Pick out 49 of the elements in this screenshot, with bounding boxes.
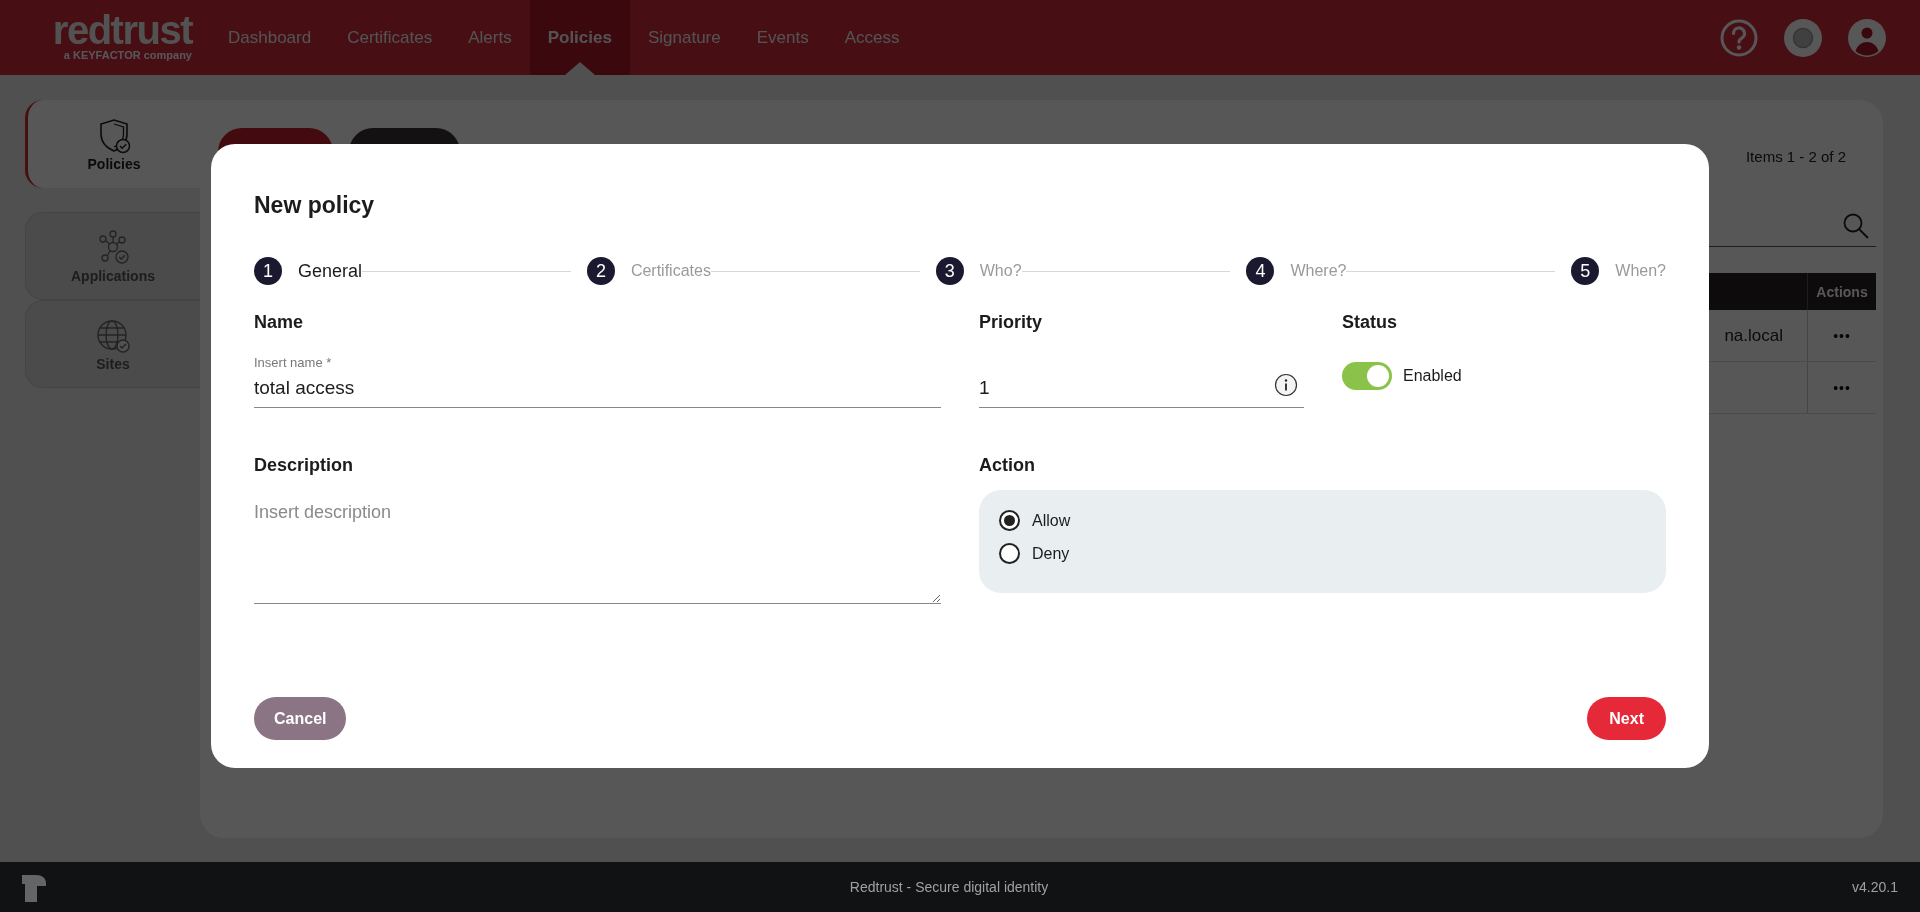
nav-tab[interactable]: Dashboard <box>210 0 330 75</box>
step-number[interactable]: 4 <box>1246 257 1275 285</box>
step-label[interactable]: Who? <box>979 262 1022 280</box>
logo-mark-icon <box>22 872 46 902</box>
table-cell: na.local <box>1724 325 1783 346</box>
name-input-field[interactable]: total access <box>254 371 941 407</box>
circle-icon[interactable] <box>1783 17 1823 58</box>
logo-tagline: a KEYFACTOR company <box>63 48 192 61</box>
modal-title: New policy <box>254 191 376 219</box>
more-actions-button[interactable]: ••• <box>1807 362 1876 413</box>
nav-tab[interactable]: Policies <box>529 0 630 75</box>
search-icon[interactable] <box>1842 212 1870 240</box>
step-label[interactable]: Where? <box>1290 262 1347 280</box>
help-icon[interactable] <box>1719 17 1759 58</box>
version-text: v4.20.1 <box>1852 879 1898 895</box>
field-heading: Action <box>979 454 1036 476</box>
field-heading: Status <box>1342 311 1398 333</box>
next-button[interactable]: Next <box>1587 697 1666 740</box>
radio-button[interactable] <box>999 510 1020 531</box>
field-label: Insert name * <box>254 355 333 371</box>
more-actions-button[interactable]: ••• <box>1807 310 1876 361</box>
field-heading: Name <box>254 311 305 333</box>
toggle-label: Enabled <box>1403 367 1462 385</box>
step-number[interactable]: 5 <box>1571 257 1600 285</box>
field-heading: Priority <box>979 311 1044 333</box>
user-avatar-icon[interactable] <box>1847 17 1887 58</box>
nav-tab[interactable]: Alerts <box>450 0 530 75</box>
logo-wordmark[interactable]: redtrust <box>52 10 192 49</box>
step-label[interactable]: Certificates <box>630 262 711 280</box>
radio-button[interactable] <box>999 543 1020 564</box>
nav-tab[interactable]: Access <box>826 0 918 75</box>
toggle-switch[interactable] <box>1342 362 1392 390</box>
radio-label[interactable]: Allow <box>1032 511 1071 530</box>
step-label[interactable]: General <box>298 260 363 282</box>
priority-input-field[interactable]: 1 <box>979 371 1274 407</box>
radio-label[interactable]: Deny <box>1032 544 1070 563</box>
step-number[interactable]: 1 <box>254 257 282 285</box>
nav-tab[interactable]: Events <box>738 0 827 75</box>
cancel-button[interactable]: Cancel <box>254 697 347 740</box>
pager-text: Items 1 - 2 of 2 <box>1745 148 1846 165</box>
field-heading: Description <box>254 454 355 476</box>
sidebar-item[interactable]: Policies <box>25 100 200 188</box>
info-icon[interactable] <box>1274 373 1298 397</box>
column-header: Actions <box>1807 273 1876 310</box>
footer-text: Redtrust - Secure digital identity <box>848 879 1050 895</box>
nav-tab[interactable]: Certificates <box>329 0 451 75</box>
step-number[interactable]: 3 <box>935 257 964 285</box>
step-label[interactable]: When? <box>1615 262 1666 280</box>
step-number[interactable]: 2 <box>586 257 615 285</box>
